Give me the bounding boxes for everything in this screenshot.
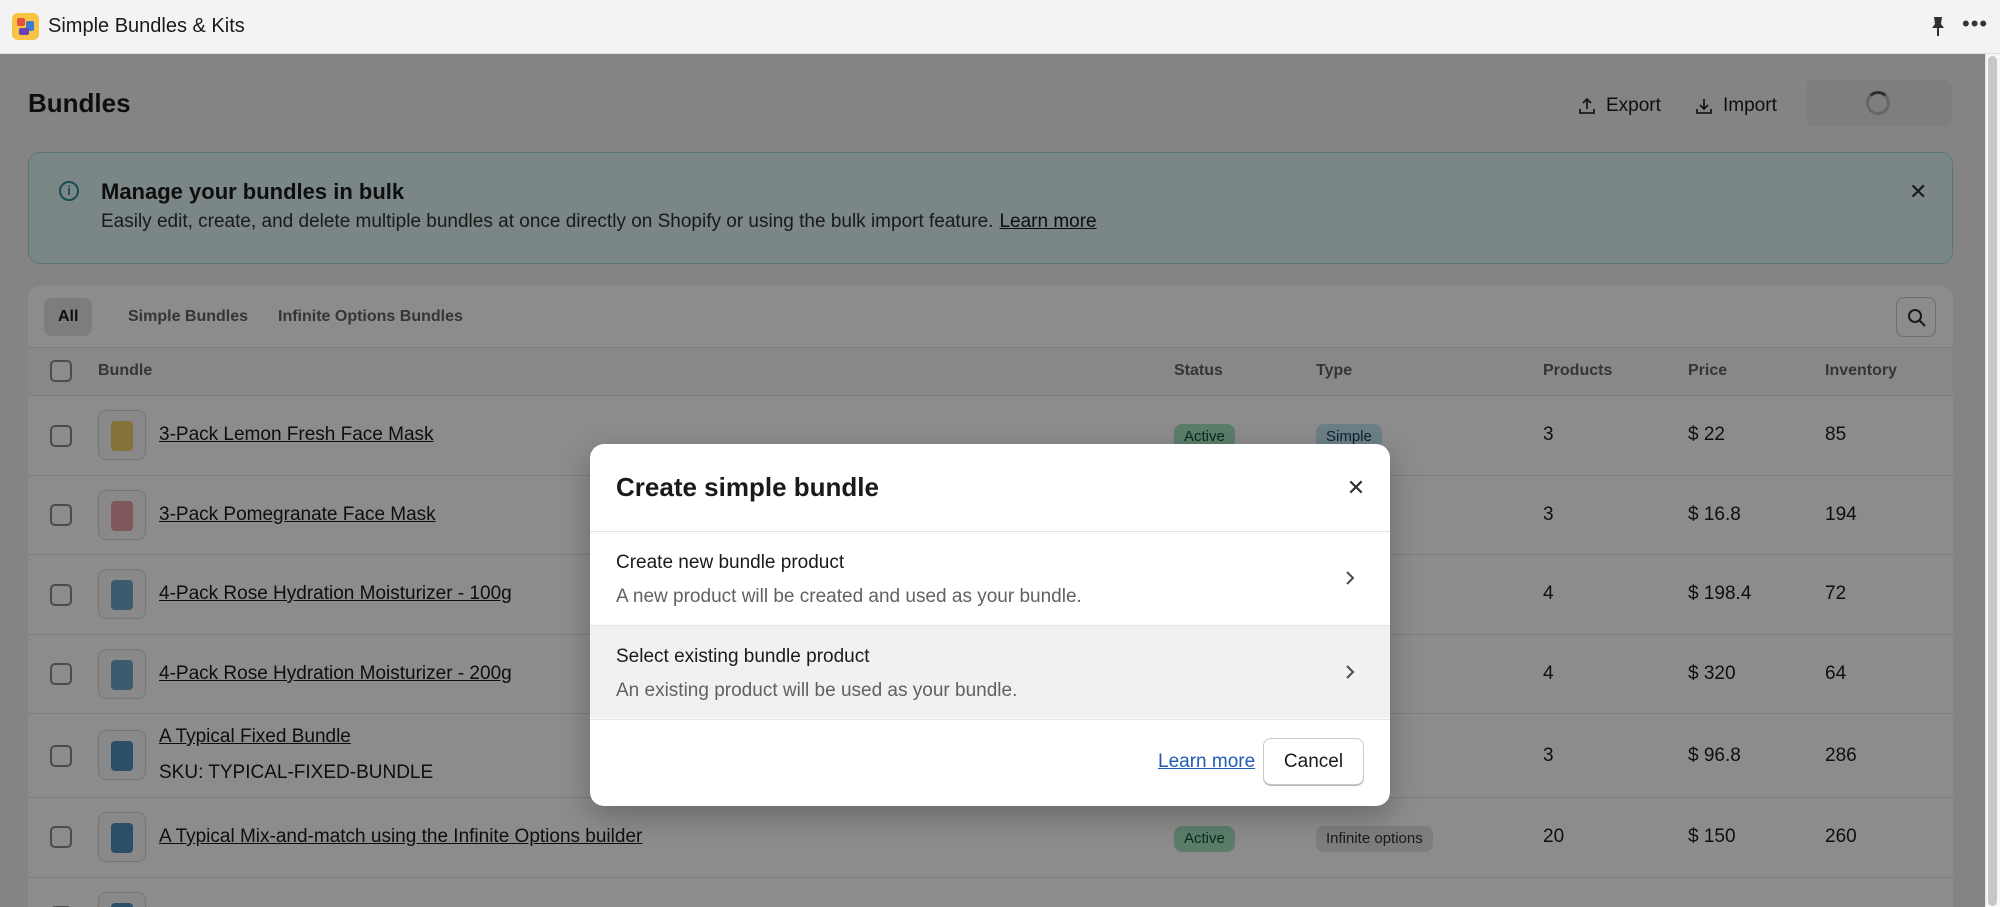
option-title: Select existing bundle product [616,646,870,667]
app-logo [12,13,39,40]
modal-title: Create simple bundle [616,472,879,502]
create-new-bundle-option[interactable]: Create new bundle product A new product … [590,531,1390,624]
pin-icon[interactable] [1928,15,1948,37]
option-description: An existing product will be used as your… [616,680,1018,701]
app-title-bar: Simple Bundles & Kits ••• [0,0,2000,54]
create-simple-bundle-modal: Create simple bundle ✕ Create new bundle… [590,444,1390,806]
option-description: A new product will be created and used a… [616,586,1082,607]
cancel-button[interactable]: Cancel [1263,738,1364,785]
modal-footer: Learn more Cancel [590,719,1390,806]
chevron-right-icon [1346,665,1355,679]
more-actions-icon[interactable]: ••• [1962,13,1987,36]
option-title: Create new bundle product [616,552,845,573]
select-existing-bundle-option[interactable]: Select existing bundle product An existi… [590,625,1390,718]
chevron-right-icon [1346,571,1355,585]
app-title: Simple Bundles & Kits [48,15,245,37]
learn-more-link[interactable]: Learn more [1158,751,1255,773]
scrollbar-thumb[interactable] [1988,56,1997,906]
close-icon[interactable]: ✕ [1342,474,1370,502]
